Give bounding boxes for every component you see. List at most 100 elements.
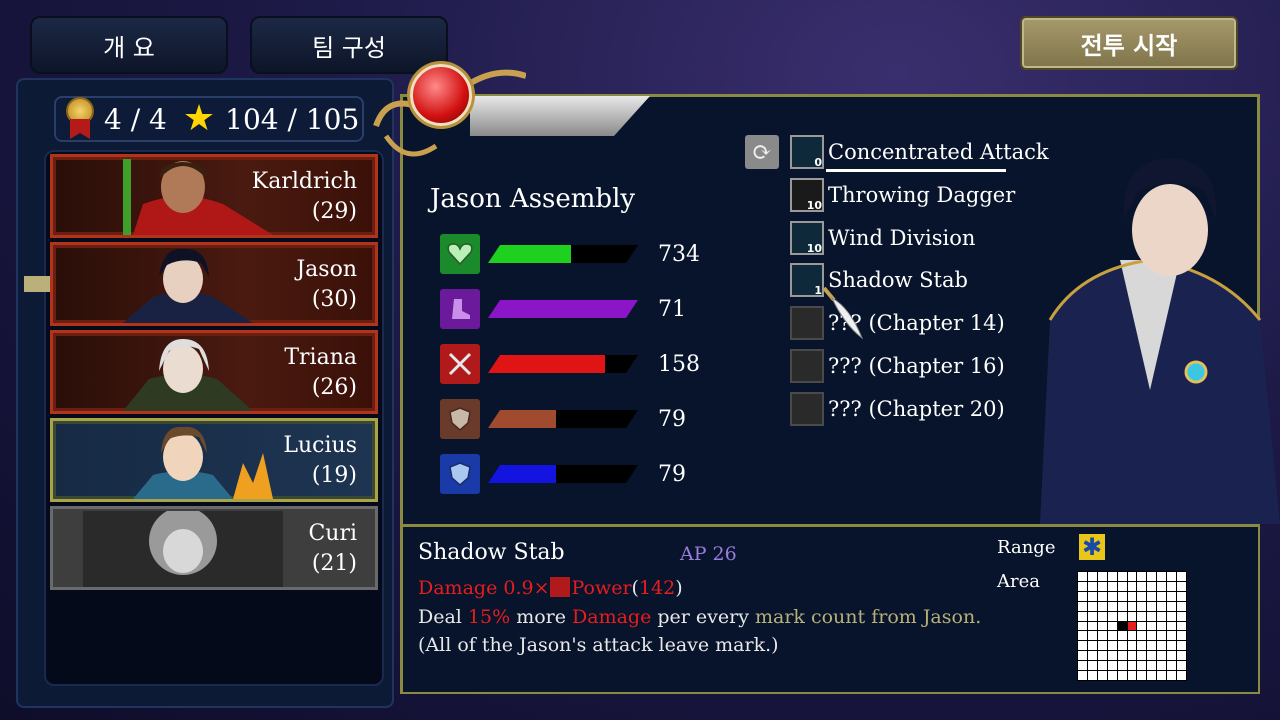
area-label: Area (997, 571, 1040, 592)
damage-formula: Damage 0.9× (418, 577, 550, 599)
start-battle-button[interactable]: 전투 시작 (1020, 16, 1238, 70)
stat-value: 158 (658, 351, 700, 377)
portrait-lucius (133, 426, 273, 499)
member-name: Curi (308, 521, 357, 546)
area-cell (1167, 611, 1177, 621)
stat-hp: 734 (440, 234, 700, 274)
area-cell (1078, 661, 1087, 671)
area-cell (1117, 611, 1127, 621)
skill-wind-division[interactable]: 10 Wind Division (790, 220, 975, 256)
area-cell (1157, 641, 1167, 651)
area-cell (1137, 651, 1147, 661)
refresh-icon[interactable]: ⟳ (745, 135, 779, 169)
area-cell (1078, 621, 1087, 631)
party-member-karldrich[interactable]: Karldrich (29) (50, 154, 378, 238)
area-cell (1177, 591, 1186, 601)
area-cell (1167, 651, 1177, 661)
locked-chest-icon (790, 349, 824, 383)
area-cell (1177, 661, 1186, 671)
text-segment: Deal (418, 606, 468, 628)
area-cell (1078, 631, 1087, 641)
area-cell (1137, 611, 1147, 621)
party-member-triana[interactable]: Triana (26) (50, 330, 378, 414)
stat-bar-fill (488, 355, 605, 373)
skill-locked-chapter-16[interactable]: ??? (Chapter 16) (790, 348, 1005, 384)
area-cell (1117, 621, 1127, 631)
area-cell (1157, 581, 1167, 591)
skill-locked-chapter-20[interactable]: ??? (Chapter 20) (790, 391, 1005, 427)
area-cell (1177, 671, 1186, 680)
stat-value: 734 (658, 241, 700, 267)
area-cell (1097, 651, 1107, 661)
area-cell (1127, 671, 1137, 680)
stat-bar-fill (488, 465, 556, 483)
quill-cursor-icon (822, 286, 864, 340)
area-cell (1078, 591, 1087, 601)
area-cell (1137, 621, 1147, 631)
skill-throwing-dagger[interactable]: 10 Throwing Dagger (790, 177, 1015, 213)
area-cell (1078, 641, 1087, 651)
area-cell (1127, 611, 1137, 621)
area-cell (1147, 621, 1157, 631)
skill-shadow-stab[interactable]: 1 Shadow Stab (790, 262, 968, 298)
area-cell (1107, 621, 1117, 631)
area-cell (1107, 591, 1117, 601)
boot-icon (440, 289, 480, 329)
skill-label: Concentrated Attack (828, 140, 1049, 164)
area-cell (1087, 631, 1097, 641)
range-icon: ✱ (1079, 534, 1105, 560)
member-level: (19) (311, 463, 357, 488)
area-cell (1087, 651, 1097, 661)
area-cell (1127, 572, 1137, 581)
member-name: Jason (296, 257, 357, 282)
area-cell (1097, 631, 1107, 641)
area-cell (1177, 631, 1186, 641)
area-cell (1147, 641, 1157, 651)
area-cell (1157, 631, 1167, 641)
character-name: Jason Assembly (430, 184, 636, 214)
member-name: Karldrich (251, 169, 357, 194)
member-level: (29) (311, 199, 357, 224)
area-cell (1167, 671, 1177, 680)
area-cell (1137, 572, 1147, 581)
stat-bar-fill (488, 245, 571, 263)
party-member-jason[interactable]: Jason (30) (50, 242, 378, 326)
area-cell (1117, 641, 1127, 651)
stat-attack: 158 (440, 344, 700, 384)
area-cell (1097, 611, 1107, 621)
power-value: 142 (638, 577, 676, 599)
skill-concentrated-attack[interactable]: 0 Concentrated Attack (790, 134, 1049, 170)
party-member-lucius[interactable]: Lucius (19) (50, 418, 378, 502)
skill-damage-line: Damage 0.9× Power(142) (418, 577, 683, 599)
area-cell (1127, 631, 1137, 641)
area-cell (1167, 661, 1177, 671)
concentrated-attack-icon: 0 (790, 135, 824, 169)
stat-magic-defense: 79 (440, 454, 686, 494)
area-cell (1117, 631, 1127, 641)
medal-icon (64, 97, 96, 141)
member-level: (21) (311, 551, 357, 576)
area-cell (1097, 591, 1107, 601)
area-cell (1097, 621, 1107, 631)
area-cell (1087, 572, 1097, 581)
party-member-curi[interactable]: Curi (21) (50, 506, 378, 590)
area-cell (1177, 621, 1186, 631)
area-cell (1167, 631, 1177, 641)
portrait-jason (123, 248, 253, 323)
area-cell (1137, 601, 1147, 611)
area-cell (1127, 661, 1137, 671)
selected-skill-underline (826, 169, 1006, 172)
area-cell (1157, 591, 1167, 601)
area-cell (1157, 621, 1167, 631)
stat-value: 79 (658, 406, 686, 432)
weapon-icon (440, 344, 480, 384)
area-cell (1107, 671, 1117, 680)
stat-bar-fill (488, 410, 556, 428)
area-cell (1117, 581, 1127, 591)
area-cell (1147, 581, 1157, 591)
area-cell (1078, 611, 1087, 621)
throwing-dagger-icon: 10 (790, 178, 824, 212)
area-cell (1157, 601, 1167, 611)
tab-overview[interactable]: 개 요 (30, 16, 228, 74)
magic-shield-icon (440, 454, 480, 494)
